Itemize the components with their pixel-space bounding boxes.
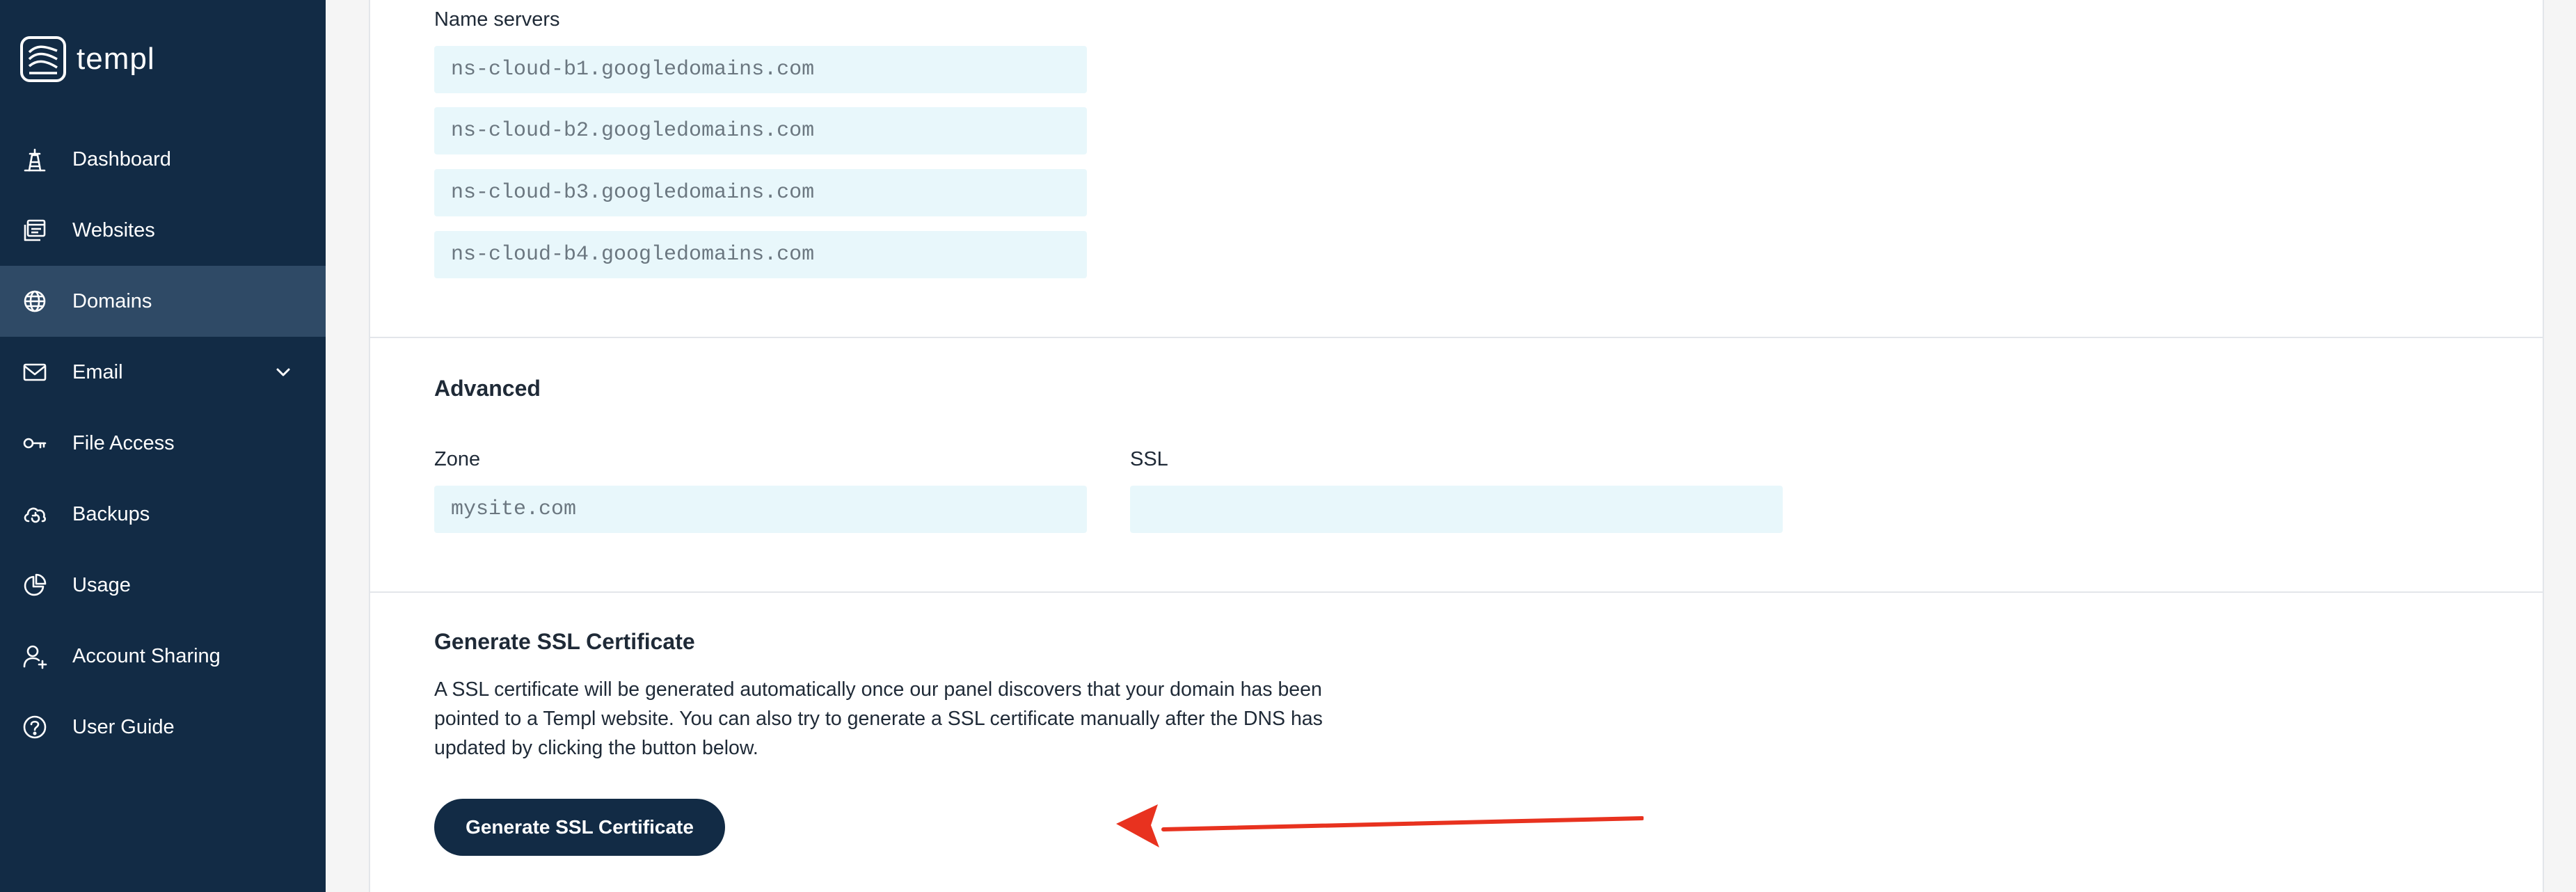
chevron-down-icon[interactable] bbox=[271, 360, 295, 384]
annotation-arrow-icon bbox=[1116, 804, 1644, 847]
sidebar-item-websites[interactable]: Websites bbox=[0, 195, 326, 266]
cloud-backup-icon bbox=[19, 499, 50, 529]
sidebar-item-usage[interactable]: Usage bbox=[0, 550, 326, 621]
nameserver-field[interactable]: ns-cloud-b2.googledomains.com bbox=[434, 107, 1087, 154]
section-divider bbox=[370, 591, 2543, 593]
sidebar-item-file-access[interactable]: File Access bbox=[0, 408, 326, 479]
sidebar-item-email[interactable]: Email bbox=[0, 337, 326, 408]
generate-ssl-description: A SSL certificate will be generated auto… bbox=[434, 678, 1323, 759]
sidebar: templ Dashboard Websites Domains Email F… bbox=[0, 0, 326, 892]
sidebar-item-label: Domains bbox=[72, 289, 152, 312]
sidebar-item-backups[interactable]: Backups bbox=[0, 479, 326, 550]
sidebar-item-user-guide[interactable]: User Guide bbox=[0, 692, 326, 763]
templ-logo-icon bbox=[20, 36, 66, 82]
websites-icon bbox=[19, 215, 50, 246]
sidebar-item-label: User Guide bbox=[72, 715, 175, 738]
globe-icon bbox=[19, 286, 50, 317]
key-icon bbox=[19, 428, 50, 459]
sidebar-item-label: Backups bbox=[72, 502, 150, 525]
sidebar-item-account-sharing[interactable]: Account Sharing bbox=[0, 621, 326, 692]
ssl-label: SSL bbox=[1130, 448, 1168, 470]
pie-chart-icon bbox=[19, 570, 50, 600]
sidebar-item-label: Dashboard bbox=[72, 148, 171, 170]
generate-ssl-title: Generate SSL Certificate bbox=[434, 629, 695, 654]
sidebar-item-label: File Access bbox=[72, 431, 175, 454]
sidebar-item-label: Websites bbox=[72, 218, 155, 241]
nameservers-label: Name servers bbox=[434, 8, 560, 31]
brand[interactable]: templ bbox=[19, 35, 155, 83]
sidebar-nav: Dashboard Websites Domains Email File Ac… bbox=[0, 124, 326, 763]
nameserver-field[interactable]: ns-cloud-b3.googledomains.com bbox=[434, 169, 1087, 216]
generate-ssl-button[interactable]: Generate SSL Certificate bbox=[434, 799, 725, 856]
nameserver-field[interactable]: ns-cloud-b4.googledomains.com bbox=[434, 231, 1087, 278]
sidebar-item-dashboard[interactable]: Dashboard bbox=[0, 124, 326, 195]
sidebar-item-label: Account Sharing bbox=[72, 644, 221, 667]
section-divider bbox=[370, 337, 2543, 338]
ssl-field[interactable] bbox=[1130, 486, 1783, 533]
dashboard-icon bbox=[19, 144, 50, 175]
nameserver-field[interactable]: ns-cloud-b1.googledomains.com bbox=[434, 46, 1087, 93]
advanced-title: Advanced bbox=[434, 376, 541, 401]
user-add-icon bbox=[19, 641, 50, 671]
help-icon bbox=[19, 712, 50, 742]
mail-icon bbox=[19, 357, 50, 388]
brand-name: templ bbox=[77, 42, 155, 76]
zone-label: Zone bbox=[434, 448, 481, 470]
sidebar-item-label: Usage bbox=[72, 573, 131, 596]
sidebar-item-domains[interactable]: Domains bbox=[0, 266, 326, 337]
sidebar-item-label: Email bbox=[72, 360, 123, 383]
zone-field[interactable]: mysite.com bbox=[434, 486, 1087, 533]
domain-settings-panel: Name servers ns-cloud-b1.googledomains.c… bbox=[369, 0, 2544, 892]
